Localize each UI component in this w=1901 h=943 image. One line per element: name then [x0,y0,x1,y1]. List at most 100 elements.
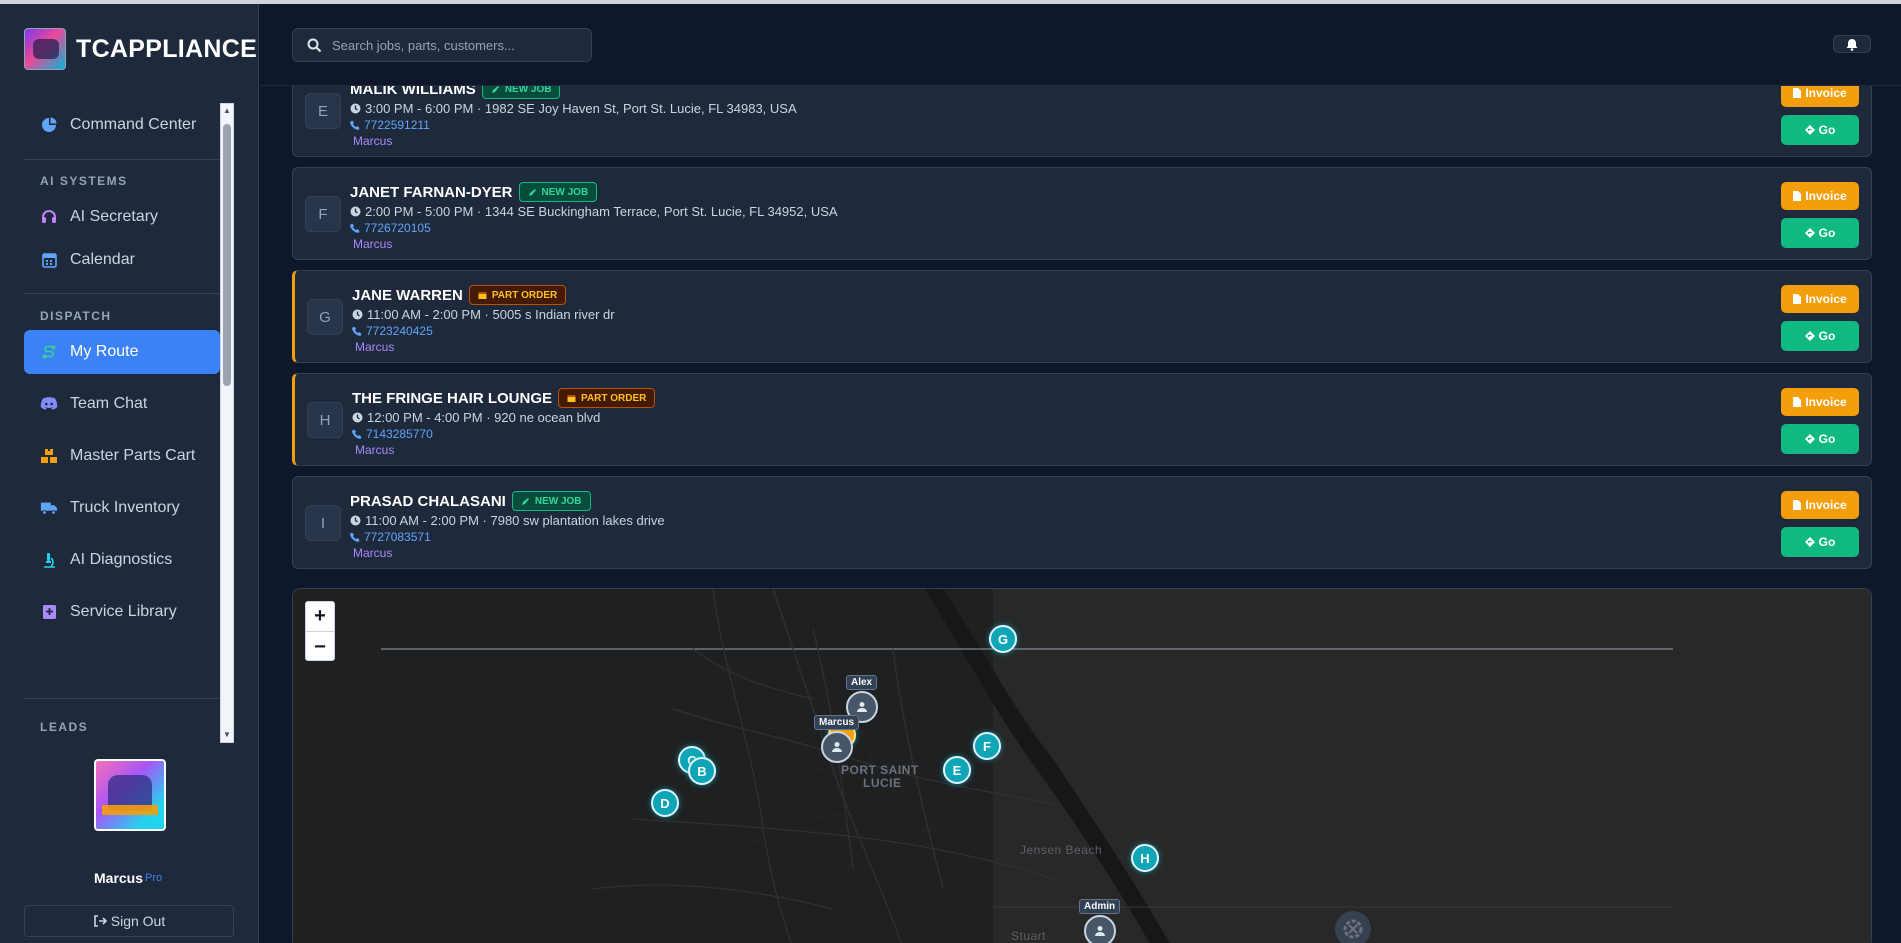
search-input[interactable] [332,37,572,53]
job-card[interactable]: F JANET FARNAN-DYER NEW JOB 2:00 PM - 5:… [292,167,1872,260]
truck-icon [40,499,58,517]
sidebar-item-ai-secretary[interactable]: AI Secretary [24,195,220,239]
map-pin-stop[interactable]: G [989,625,1017,653]
directions-icon [1804,537,1815,547]
customer-phone-text: 7727083571 [364,530,431,544]
assigned-tech: Marcus [353,134,393,148]
top-header [260,4,1901,86]
job-card[interactable]: H THE FRINGE HAIR LOUNGE PART ORDER 12:0… [292,373,1872,466]
sidebar-item-label: Command Center [70,116,197,133]
map-place-label: PORT SAINT [841,763,919,777]
invoice-button[interactable]: Invoice [1781,182,1859,210]
user-icon [857,702,867,712]
sidebar-item-master-parts-cart[interactable]: Master Parts Cart [24,434,220,478]
map-pin-stop[interactable]: D [651,789,679,817]
invoice-button[interactable]: Invoice [1781,285,1859,313]
invoice-button[interactable]: Invoice [1781,491,1859,519]
pie-chart-icon [40,116,58,134]
go-button[interactable]: Go [1781,424,1859,454]
sidebar-item-my-route[interactable]: My Route [24,330,220,374]
map-pin-stop[interactable]: B [688,757,716,785]
job-time-address-text: 11:00 AM - 2:00 PM · 7980 sw plantation … [365,513,665,528]
sidebar-item-calendar[interactable]: Calendar [24,238,220,282]
tech-marker[interactable] [821,731,853,763]
brand[interactable]: TCAPPLIANCE [24,28,257,70]
sidebar-item-truck-inventory[interactable]: Truck Inventory [24,486,220,530]
headset-icon [40,208,58,226]
avatar[interactable] [94,759,166,831]
customer-name-text: MALIK WILLIAMS [350,86,476,98]
pencil-icon [528,188,536,196]
sign-out-button[interactable]: Sign Out [24,905,234,937]
customer-phone[interactable]: 7726720105 [350,221,431,235]
tech-marker[interactable] [1084,915,1116,943]
customer-name-text: JANE WARREN [352,286,463,304]
job-card[interactable]: E MALIK WILLIAMS NEW JOB 3:00 PM - 6:00 … [292,86,1872,157]
user-plan-badge: Pro [145,872,163,884]
invoice-button-label: Invoice [1805,395,1847,409]
invoice-button-label: Invoice [1805,189,1847,203]
scrollbar-thumb[interactable] [223,124,231,386]
invoice-button[interactable]: Invoice [1781,86,1859,107]
sign-out-icon [93,915,107,927]
clock-icon [352,412,363,423]
job-card[interactable]: I PRASAD CHALASANI NEW JOB 11:00 AM - 2:… [292,476,1872,569]
job-card[interactable]: G JANE WARREN PART ORDER 11:00 AM - 2:00… [292,270,1872,363]
customer-phone[interactable]: 7722591211 [350,118,430,132]
sidebar-item-label: Truck Inventory [70,499,180,516]
directions-icon [1804,228,1815,238]
microscope-icon [40,551,58,569]
nav-scroll-area: Command Center AI SYSTEMS AI Secretary C… [24,103,234,743]
file-icon [1793,500,1802,510]
customer-phone[interactable]: 7727083571 [350,530,431,544]
go-button[interactable]: Go [1781,115,1859,145]
zoom-out-button[interactable]: − [306,632,334,662]
sidebar-scrollbar[interactable]: ▲ ▼ [220,103,234,743]
file-icon [1793,88,1802,98]
map-pin-stop[interactable]: E [943,756,971,784]
job-time-address-text: 12:00 PM - 4:00 PM · 920 ne ocean blvd [367,410,601,425]
clock-icon [350,103,361,114]
go-button[interactable]: Go [1781,218,1859,248]
phone-icon [350,120,360,130]
customer-phone-text: 7723240425 [366,324,433,338]
sidebar-item-label: AI Diagnostics [70,551,173,568]
customer-name: THE FRINGE HAIR LOUNGE PART ORDER [352,388,656,408]
sidebar-item-ai-diagnostics[interactable]: AI Diagnostics [24,538,220,582]
customer-name: JANE WARREN PART ORDER [352,285,567,305]
map-place-label: LUCIE [863,776,902,790]
directions-icon [1804,125,1815,135]
invoice-button[interactable]: Invoice [1781,388,1859,416]
job-time-address: 12:00 PM - 4:00 PM · 920 ne ocean blvd [352,410,600,425]
notifications-button[interactable] [1833,35,1871,53]
stop-letter: H [307,402,343,438]
user-icon [832,742,842,752]
stop-letter: F [305,196,341,232]
sidebar-item-label: AI Secretary [70,208,159,225]
sidebar-item-service-library[interactable]: Service Library [24,590,220,634]
zoom-in-button[interactable]: + [306,602,334,632]
go-button[interactable]: Go [1781,527,1859,557]
assigned-tech: Marcus [355,443,395,457]
customer-phone[interactable]: 7143285770 [352,427,433,441]
map-place-label: Stuart [1011,929,1047,943]
sidebar-item-team-chat[interactable]: Team Chat [24,382,220,426]
map-settings-icon[interactable] [1335,911,1371,943]
go-button[interactable]: Go [1781,321,1859,351]
sidebar-item-command-center[interactable]: Command Center [24,103,220,147]
customer-phone[interactable]: 7723240425 [352,324,433,338]
divider [24,698,220,699]
search-box[interactable] [292,28,592,62]
scroll-up-arrow-icon[interactable]: ▲ [223,107,231,115]
map-pin-stop[interactable]: F [973,732,1001,760]
sidebar-item-label: Team Chat [70,395,148,412]
assigned-tech: Marcus [355,340,395,354]
go-button-label: Go [1818,123,1836,137]
status-badge: NEW JOB [518,182,598,202]
go-button-label: Go [1818,432,1836,446]
route-map[interactable]: + − PORT SAINT LUCIE Jensen Beach Stuart… [292,588,1872,943]
sign-out-label: Sign Out [110,913,166,929]
divider [24,159,220,160]
map-pin-stop[interactable]: H [1131,844,1159,872]
scroll-down-arrow-icon[interactable]: ▼ [223,731,231,739]
